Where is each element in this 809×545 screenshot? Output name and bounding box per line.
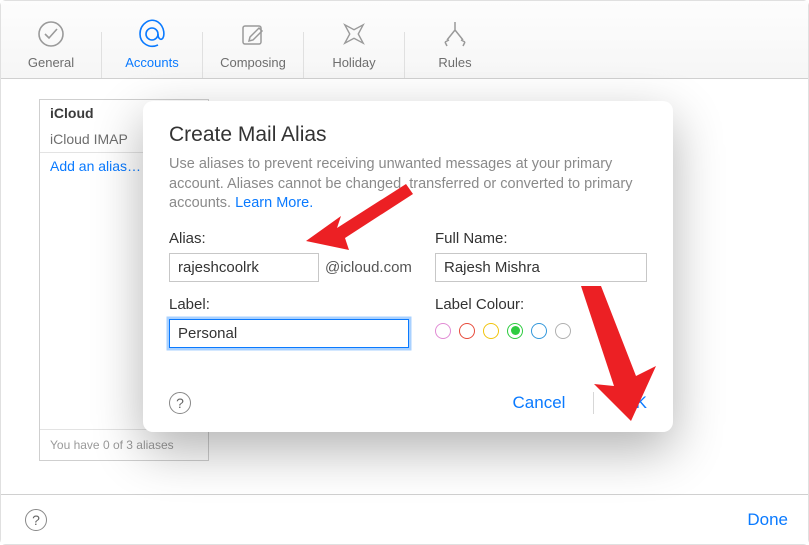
dialog-description: Use aliases to prevent receiving unwante… [169,155,647,214]
alias-field: Alias: @icloud.com [169,230,409,282]
checkmark-circle-icon [1,17,101,51]
alias-domain-suffix: @icloud.com [325,259,412,276]
learn-more-link[interactable]: Learn More. [235,195,313,211]
label-input[interactable] [169,319,409,348]
colour-swatch[interactable] [435,323,451,339]
tab-label: Composing [203,55,303,70]
label-colour-field: Label Colour: [435,296,647,348]
tab-label: Rules [405,55,505,70]
fullname-label: Full Name: [435,230,647,247]
preferences-toolbar: General Accounts Composing Holiday Rules [1,1,808,79]
colour-swatch[interactable] [507,323,523,339]
tab-label: Holiday [304,55,404,70]
colour-swatch[interactable] [531,323,547,339]
dialog-help-icon[interactable]: ? [169,392,191,414]
colour-swatch[interactable] [555,323,571,339]
ok-button[interactable]: OK [622,393,647,413]
label-label: Label: [169,296,409,313]
tab-accounts[interactable]: Accounts [102,11,202,78]
compose-icon [203,17,303,51]
colour-swatches [435,319,647,339]
tab-composing[interactable]: Composing [203,11,303,78]
alias-input[interactable] [169,253,319,282]
label-field: Label: [169,296,409,348]
label-colour-label: Label Colour: [435,296,647,313]
airplane-icon [304,17,404,51]
done-button[interactable]: Done [747,510,788,530]
cancel-button[interactable]: Cancel [513,393,566,413]
branch-icon [405,17,505,51]
colour-swatch[interactable] [483,323,499,339]
aliases-count-footer: You have 0 of 3 aliases [40,429,208,460]
tab-holiday[interactable]: Holiday [304,11,404,78]
tab-label: General [1,55,101,70]
bottom-bar: ? Done [1,494,808,544]
fullname-field: Full Name: [435,230,647,282]
fullname-input[interactable] [435,253,647,282]
colour-swatch[interactable] [459,323,475,339]
create-alias-dialog: Create Mail Alias Use aliases to prevent… [143,101,673,432]
help-icon[interactable]: ? [25,509,47,531]
dialog-title: Create Mail Alias [169,123,647,147]
tab-label: Accounts [102,55,202,70]
at-sign-icon [102,17,202,51]
tab-rules[interactable]: Rules [405,11,505,78]
alias-label: Alias: [169,230,409,247]
tab-general[interactable]: General [1,11,101,78]
button-divider [593,392,594,414]
